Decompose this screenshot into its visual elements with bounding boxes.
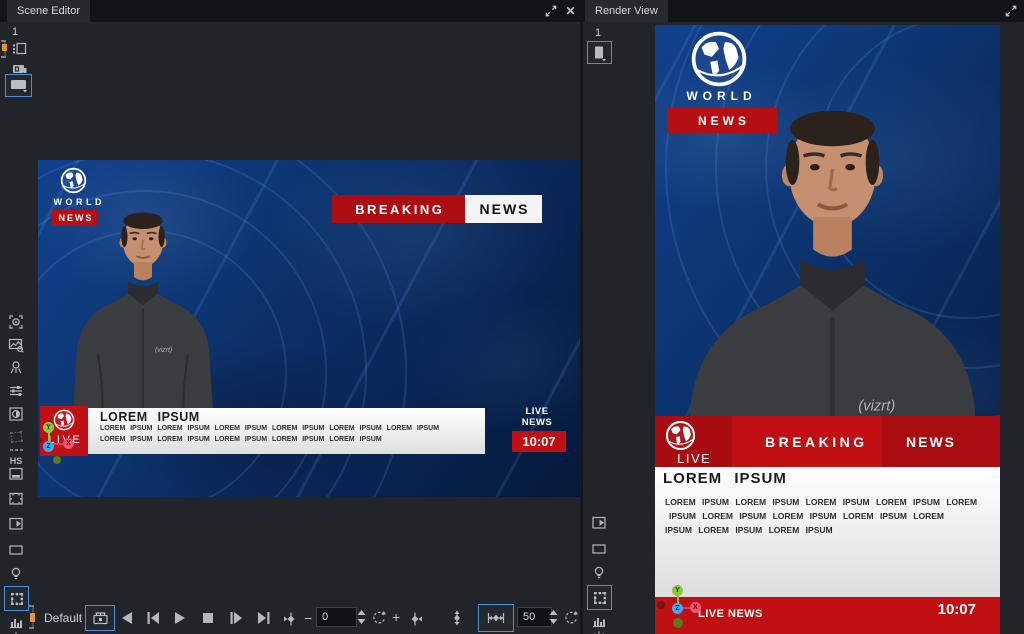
logo-news-box: NEWS xyxy=(52,210,98,226)
live-badge: LIVE xyxy=(655,416,732,467)
snapshot-button[interactable] xyxy=(85,605,115,631)
title-safe-icon[interactable] xyxy=(6,489,26,509)
story-title: LOREM IPSUM xyxy=(663,470,787,487)
bounds-rect-icon[interactable] xyxy=(6,540,26,560)
bounds-rect-icon[interactable] xyxy=(589,539,609,559)
play-button[interactable] xyxy=(170,608,190,628)
sliders-icon[interactable] xyxy=(6,381,26,401)
svg-text:(vizrt): (vizrt) xyxy=(155,347,172,354)
frame-reset-icon[interactable] xyxy=(369,608,389,628)
render-view-viewport[interactable]: (vizrt) WORLD NEWS LIVE BREAKING NEWS LO… xyxy=(655,25,1000,634)
frame-plus-button[interactable]: + xyxy=(392,610,400,624)
layers-panel-icon[interactable] xyxy=(9,39,29,59)
breaking-news-label: NEWS xyxy=(906,434,956,450)
gizmo-x-handle[interactable]: X xyxy=(63,438,74,449)
logo-news-box: NEWS xyxy=(667,108,777,133)
tab-render-view[interactable]: Render View xyxy=(585,0,668,22)
grid-select-tool[interactable] xyxy=(587,585,612,610)
breaking-news-banner: NEWS xyxy=(465,195,542,223)
brightness-icon[interactable] xyxy=(6,629,26,634)
tab-scene-editor[interactable]: Scene Editor xyxy=(7,0,90,22)
ticker-bar: LIVE NEWS 10:07 xyxy=(655,597,1000,634)
stop-button[interactable] xyxy=(198,608,218,628)
keyframe-previous-icon[interactable] xyxy=(281,609,301,629)
brightness-icon[interactable] xyxy=(589,628,609,634)
image-preview-icon[interactable] xyxy=(6,335,26,355)
wireframe-icon[interactable] xyxy=(6,427,26,447)
gizmo-y-handle[interactable]: Y xyxy=(43,422,54,433)
breaking-banner: BREAKING xyxy=(332,195,465,223)
speed-reset-icon[interactable] xyxy=(561,608,581,628)
gizmo-x-handle[interactable]: X xyxy=(690,602,701,613)
live-news-line1: LIVE xyxy=(508,406,566,417)
globe-icon xyxy=(53,409,75,431)
logo-world-text: WORLD xyxy=(664,89,774,103)
contrast-icon[interactable] xyxy=(6,404,26,424)
application-window: Scene Editor Render View ✕ 1 xyxy=(0,0,1024,634)
ticker-live-news: LIVE NEWS xyxy=(698,608,763,620)
light-direction-icon[interactable] xyxy=(6,358,26,378)
svg-text:(vizrt): (vizrt) xyxy=(858,399,895,415)
gizmo-pivot-dot[interactable] xyxy=(673,618,683,628)
lower-third-panel: LOREM IPSUM LOREM IPSUM LOREM IPSUM LORE… xyxy=(88,408,485,454)
globe-icon xyxy=(690,30,748,88)
bulb-icon[interactable] xyxy=(6,564,26,584)
scene-editor-viewport[interactable]: (vizrt) WORLD NEWS BREAKING NEWS LIVE LO… xyxy=(38,160,580,497)
keyframe-range-button[interactable] xyxy=(478,604,514,632)
tab-bar: Scene Editor Render View ✕ xyxy=(0,0,1024,22)
frame-spinner[interactable] xyxy=(357,609,366,625)
story-line3: IPSUM LOREM IPSUM LOREM IPSUM xyxy=(665,525,833,535)
lower-third-line1: LOREM IPSUM LOREM IPSUM LOREM IPSUM LORE… xyxy=(100,425,439,432)
gizmo-origin-dot[interactable] xyxy=(38,438,43,443)
breaking-banner-bar: LIVE BREAKING NEWS xyxy=(655,416,1000,467)
gizmo-pivot-dot[interactable] xyxy=(53,456,61,464)
gizmo-z-handle[interactable]: Z xyxy=(43,441,54,452)
frame-minus-button[interactable]: − xyxy=(304,611,312,625)
story-line2: IPSUM LOREM IPSUM LOREM IPSUM LOREM IPSU… xyxy=(669,511,944,521)
panel-divider xyxy=(580,22,583,634)
logo-world-text: WORLD xyxy=(50,197,100,207)
clock-badge: 10:07 xyxy=(512,431,566,452)
grid-select-tool[interactable] xyxy=(4,586,29,611)
portrait-display-select[interactable] xyxy=(587,41,612,64)
globe-icon xyxy=(665,420,696,451)
story-panel: LOREM IPSUM LOREM IPSUM LOREM IPSUM LORE… xyxy=(655,467,1000,597)
gizmo-z-handle[interactable]: Z xyxy=(672,603,683,614)
letterbox-icon[interactable] xyxy=(6,464,26,484)
keyframe-next-icon[interactable] xyxy=(405,609,425,629)
live-label: LIVE xyxy=(655,451,732,466)
story-line1: LOREM IPSUM LOREM IPSUM LOREM IPSUM LORE… xyxy=(665,497,977,507)
video-preview-icon[interactable] xyxy=(6,514,26,534)
live-news-line2: NEWS xyxy=(508,417,566,428)
lower-third-line2: LOREM IPSUM LOREM IPSUM LOREM IPSUM LORE… xyxy=(100,436,382,443)
gizmo-origin-dot[interactable] xyxy=(657,601,665,609)
play-reverse-button[interactable] xyxy=(117,608,137,628)
gizmo-y-handle[interactable]: Y xyxy=(672,585,683,596)
go-to-end-button[interactable] xyxy=(254,608,274,628)
scene-zoom-slider[interactable] xyxy=(1,40,9,58)
keyframe-vertical-icon[interactable] xyxy=(447,608,467,628)
director-preset[interactable]: Default xyxy=(44,611,82,625)
globe-icon xyxy=(60,167,87,194)
close-scene-editor-icon[interactable]: ✕ xyxy=(563,4,578,18)
frame-input[interactable] xyxy=(316,607,357,627)
lower-third-title: LOREM IPSUM xyxy=(100,410,200,424)
breaking-label: BREAKING xyxy=(765,434,868,450)
speed-spinner[interactable] xyxy=(549,609,558,625)
render-camera-number: 1 xyxy=(595,27,601,39)
bulb-icon[interactable] xyxy=(589,563,609,583)
ticker-clock: 10:07 xyxy=(938,601,976,618)
camera-viewfinder-icon[interactable] xyxy=(6,312,26,332)
maximize-render-view-icon[interactable] xyxy=(1003,4,1018,18)
speed-input[interactable] xyxy=(517,607,552,627)
go-to-start-button[interactable] xyxy=(143,608,163,628)
maximize-scene-editor-icon[interactable] xyxy=(543,4,558,18)
video-preview-icon[interactable] xyxy=(589,513,609,533)
display-mode-select[interactable] xyxy=(5,74,32,97)
scene-camera-number: 1 xyxy=(12,26,18,38)
keyframe-slider[interactable] xyxy=(29,605,37,629)
step-forward-button[interactable] xyxy=(226,608,246,628)
